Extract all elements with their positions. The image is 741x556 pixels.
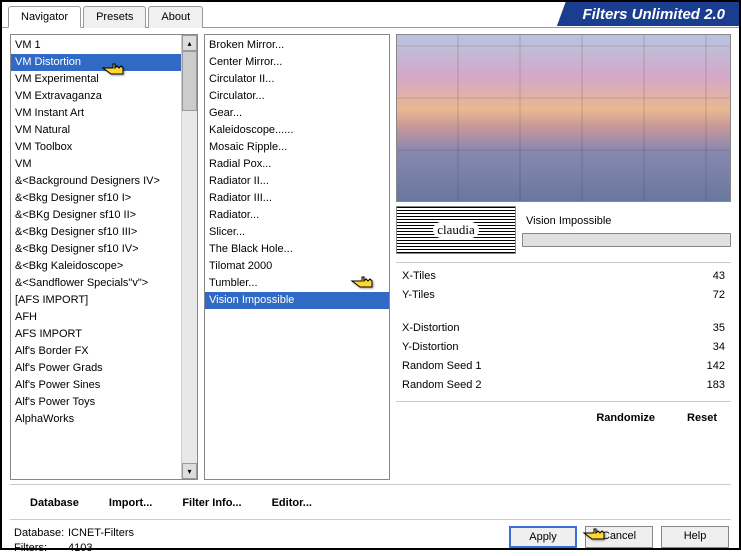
title-bar: Filters Unlimited 2.0 [548, 2, 739, 26]
list-item[interactable]: Tumbler... [205, 275, 389, 292]
cancel-button[interactable]: Cancel [585, 526, 653, 548]
list-item[interactable]: Alf's Power Toys [11, 394, 181, 411]
header: NavigatorPresetsAbout Filters Unlimited … [2, 2, 739, 28]
import-button[interactable]: Import... [107, 493, 154, 513]
reset-button[interactable]: Reset [685, 408, 719, 428]
current-filter-label: Vision Impossible [522, 213, 731, 229]
list-item[interactable]: AFH [11, 309, 181, 326]
param-label: X-Tiles [402, 269, 436, 284]
tab-navigator[interactable]: Navigator [8, 6, 81, 28]
preview-image [396, 34, 731, 202]
param-row[interactable]: Y-Distortion 34 [396, 338, 731, 357]
param-value: 35 [713, 321, 725, 336]
list-item[interactable]: AlphaWorks [11, 411, 181, 428]
list-item[interactable]: Gear... [205, 105, 389, 122]
list-item[interactable]: VM Experimental [11, 71, 181, 88]
list-item[interactable]: Radial Pox... [205, 156, 389, 173]
scroll-up-icon[interactable]: ▴ [182, 35, 197, 51]
toolbar: Database Import... Filter Info... Editor… [10, 484, 731, 520]
list-item[interactable]: Mosaic Ripple... [205, 139, 389, 156]
list-item[interactable]: Circulator... [205, 88, 389, 105]
app-title: Filters Unlimited 2.0 [578, 2, 739, 26]
param-row[interactable]: Random Seed 1 142 [396, 357, 731, 376]
list-item[interactable]: Broken Mirror... [205, 37, 389, 54]
list-item[interactable]: VM Distortion [11, 54, 181, 71]
list-item[interactable]: Alf's Border FX [11, 343, 181, 360]
param-row[interactable]: X-Distortion 35 [396, 319, 731, 338]
watermark-icon [396, 206, 516, 254]
list-item[interactable]: &<Bkg Designer sf10 I> [11, 190, 181, 207]
scrollbar[interactable]: ▴ ▾ [181, 35, 197, 479]
list-item[interactable]: VM Toolbox [11, 139, 181, 156]
list-item[interactable]: &<Bkg Kaleidoscope> [11, 258, 181, 275]
param-label: Y-Distortion [402, 340, 458, 355]
list-item[interactable]: VM Instant Art [11, 105, 181, 122]
param-value: 142 [707, 359, 725, 374]
list-item[interactable]: The Black Hole... [205, 241, 389, 258]
list-item[interactable]: &<Background Designers IV> [11, 173, 181, 190]
list-item[interactable]: VM Extravaganza [11, 88, 181, 105]
param-value: 43 [713, 269, 725, 284]
list-item[interactable]: VM 1 [11, 37, 181, 54]
list-item[interactable]: Alf's Power Grads [11, 360, 181, 377]
parameters-panel: X-Tiles 43 Y-Tiles 72 X-Distortion 35 Y-Disto… [396, 262, 731, 395]
list-item[interactable]: Center Mirror... [205, 54, 389, 71]
param-row[interactable]: X-Tiles 43 [396, 267, 731, 286]
filter-list[interactable]: Broken Mirror...Center Mirror...Circulat… [204, 34, 390, 480]
main-area: VM 1VM DistortionVM ExperimentalVM Extra… [2, 28, 739, 480]
list-item[interactable]: VM [11, 156, 181, 173]
list-item[interactable]: &<BKg Designer sf10 II> [11, 207, 181, 224]
list-item[interactable]: Kaleidoscope...... [205, 122, 389, 139]
list-item[interactable]: Tilomat 2000 [205, 258, 389, 275]
param-value: 72 [713, 288, 725, 303]
param-value: 183 [707, 378, 725, 393]
tab-presets[interactable]: Presets [83, 6, 146, 28]
database-info: Database:ICNET-Filters Filters:4103 [14, 526, 134, 556]
apply-button[interactable]: Apply [509, 526, 577, 548]
list-item[interactable]: Radiator... [205, 207, 389, 224]
list-item[interactable]: Radiator III... [205, 190, 389, 207]
list-item[interactable]: Circulator II... [205, 71, 389, 88]
list-item[interactable]: Vision Impossible [205, 292, 389, 309]
help-button[interactable]: Help [661, 526, 729, 548]
tab-strip: NavigatorPresetsAbout [8, 6, 205, 28]
scroll-thumb[interactable] [182, 51, 197, 111]
param-value: 34 [713, 340, 725, 355]
editor-button[interactable]: Editor... [270, 493, 314, 513]
list-item[interactable]: VM Natural [11, 122, 181, 139]
list-item[interactable]: AFS IMPORT [11, 326, 181, 343]
param-row[interactable]: Y-Tiles 72 [396, 286, 731, 305]
list-item[interactable]: Slicer... [205, 224, 389, 241]
progress-bar [522, 233, 731, 247]
param-label: Y-Tiles [402, 288, 435, 303]
param-label: Random Seed 1 [402, 359, 482, 374]
category-list[interactable]: VM 1VM DistortionVM ExperimentalVM Extra… [10, 34, 198, 480]
database-button[interactable]: Database [28, 493, 81, 513]
list-item[interactable]: [AFS IMPORT] [11, 292, 181, 309]
randomize-button[interactable]: Randomize [594, 408, 657, 428]
list-item[interactable]: Alf's Power Sines [11, 377, 181, 394]
footer: Database:ICNET-Filters Filters:4103 Appl… [2, 520, 739, 556]
tab-about[interactable]: About [148, 6, 203, 28]
filter-info-button[interactable]: Filter Info... [180, 493, 243, 513]
scroll-down-icon[interactable]: ▾ [182, 463, 197, 479]
param-row[interactable]: Random Seed 2 183 [396, 376, 731, 395]
param-label: X-Distortion [402, 321, 459, 336]
list-item[interactable]: Radiator II... [205, 173, 389, 190]
param-label: Random Seed 2 [402, 378, 482, 393]
list-item[interactable]: &<Sandflower Specials"v"> [11, 275, 181, 292]
list-item[interactable]: &<Bkg Designer sf10 IV> [11, 241, 181, 258]
list-item[interactable]: &<Bkg Designer sf10 III> [11, 224, 181, 241]
